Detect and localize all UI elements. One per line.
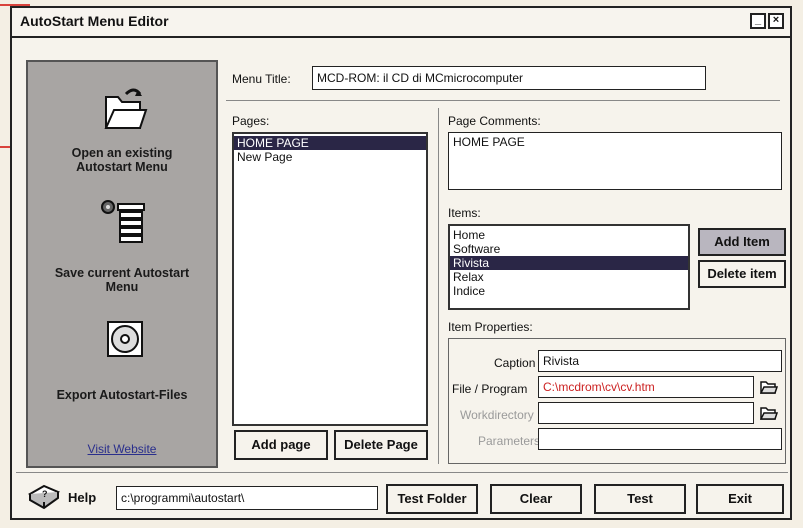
export-files-label[interactable]: Export Autostart-Files (28, 388, 216, 402)
page-comments-label: Page Comments: (448, 114, 541, 128)
workdirectory-label: Workdirectory (460, 408, 534, 422)
menu-title-label: Menu Title: (232, 72, 291, 86)
test-button[interactable]: Test (594, 484, 686, 514)
exit-button[interactable]: Exit (696, 484, 784, 514)
list-item[interactable]: Relax (450, 270, 688, 284)
add-item-button[interactable]: Add Item (698, 228, 786, 256)
test-folder-button[interactable]: Test Folder (386, 484, 478, 514)
help-book-icon[interactable]: ? (26, 480, 62, 512)
close-button[interactable]: × (768, 13, 784, 29)
minimize-button[interactable]: _ (750, 13, 766, 29)
list-item[interactable]: Software (450, 242, 688, 256)
parameters-input[interactable] (538, 428, 782, 450)
item-properties-label: Item Properties: (448, 320, 533, 334)
save-menu-label[interactable]: Save current Autostart Menu (28, 266, 216, 294)
list-item[interactable]: HOME PAGE (234, 136, 426, 150)
svg-text:?: ? (42, 489, 48, 499)
pages-label: Pages: (232, 114, 270, 128)
open-menu-label[interactable]: Open an existing Autostart Menu (28, 146, 216, 174)
title-bar: AutoStart Menu Editor _ × (12, 8, 790, 38)
window-title: AutoStart Menu Editor (20, 13, 169, 29)
divider (16, 472, 788, 473)
file-program-label: File / Program (452, 382, 528, 396)
browse-folder-icon[interactable] (760, 380, 778, 394)
main-window: AutoStart Menu Editor _ × Open an existi… (10, 6, 792, 520)
open-folder-icon[interactable] (102, 84, 148, 132)
caption-input[interactable]: Rivista (538, 350, 782, 372)
list-item[interactable]: New Page (234, 150, 426, 164)
pages-list[interactable]: HOME PAGE New Page (232, 132, 428, 426)
items-list[interactable]: Home Software Rivista Relax Indice (448, 224, 690, 310)
help-label[interactable]: Help (68, 490, 96, 505)
actions-panel: Open an existing Autostart Menu Save cur… (26, 60, 218, 468)
browse-folder-icon[interactable] (760, 406, 778, 420)
delete-page-button[interactable]: Delete Page (334, 430, 428, 460)
save-menu-icon[interactable] (98, 198, 150, 248)
clear-button[interactable]: Clear (490, 484, 582, 514)
caption-label: Caption (494, 356, 536, 370)
list-item[interactable]: Home (450, 228, 688, 242)
cd-export-icon[interactable] (106, 320, 144, 358)
list-item[interactable]: Rivista (450, 256, 688, 270)
divider (226, 100, 780, 101)
workdirectory-input[interactable] (538, 402, 754, 424)
list-item[interactable]: Indice (450, 284, 688, 298)
parameters-label: Parameters (478, 434, 541, 448)
visit-website-link[interactable]: Visit Website (28, 442, 216, 456)
divider (438, 108, 439, 464)
page-comments-textarea[interactable]: HOME PAGE (448, 132, 782, 190)
file-program-input[interactable]: C:\mcdrom\cv\cv.htm (538, 376, 754, 398)
delete-item-button[interactable]: Delete item (698, 260, 786, 288)
menu-title-input[interactable]: MCD-ROM: il CD di MCmicrocomputer (312, 66, 706, 90)
items-label: Items: (448, 206, 481, 220)
autostart-path-input[interactable]: c:\programmi\autostart\ (116, 486, 378, 510)
add-page-button[interactable]: Add page (234, 430, 328, 460)
